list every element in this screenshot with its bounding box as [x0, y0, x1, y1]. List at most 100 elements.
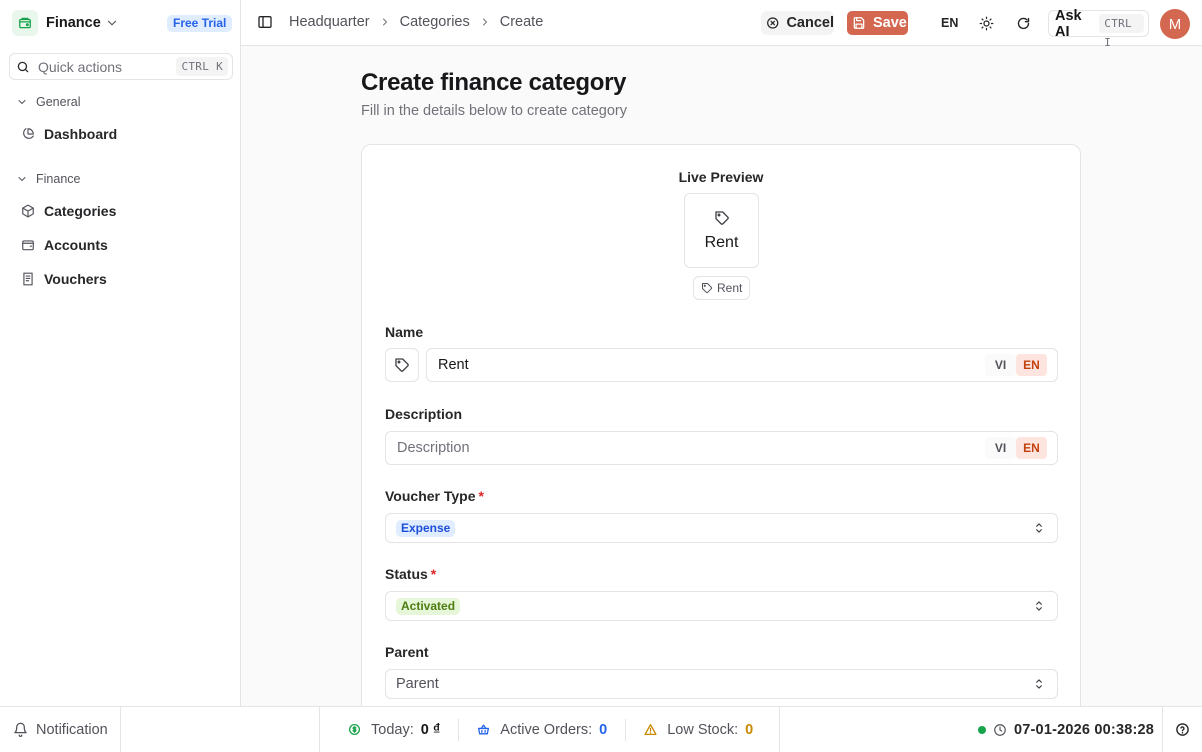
help-circle-icon: [1176, 723, 1189, 736]
stat-today-label: Today:: [371, 721, 414, 738]
sidebar-item-categories[interactable]: Categories: [20, 197, 230, 225]
name-value: Rent: [438, 357, 469, 373]
package-icon: [20, 203, 36, 219]
name-label: Name: [385, 324, 424, 340]
breadcrumb-categories[interactable]: Categories: [400, 14, 470, 30]
sidebar: Finance Free Trial Quick actions CTRL K …: [0, 0, 241, 706]
stat-today-value: 0 ₫: [420, 721, 441, 738]
quick-actions-search[interactable]: Quick actions CTRL K: [9, 53, 233, 80]
brand-name: Finance: [46, 15, 101, 31]
chevron-up-down-icon: [1032, 521, 1046, 535]
sun-icon[interactable]: [978, 15, 994, 31]
sidebar-item-label: Vouchers: [44, 271, 107, 287]
quick-actions-placeholder: Quick actions: [38, 58, 123, 75]
preview-pill-label: Rent: [717, 281, 743, 295]
status-bar: Notification Today: 0 ₫ Active Orders: 0…: [0, 706, 1202, 752]
parent-select[interactable]: Parent: [385, 669, 1058, 699]
sidebar-toggle-icon[interactable]: [257, 14, 273, 33]
bell-icon: [14, 722, 27, 737]
page-title: Create finance category: [361, 69, 627, 96]
description-input[interactable]: Description VI EN: [385, 431, 1058, 465]
main-content: Create finance category Fill in the deta…: [241, 46, 1202, 706]
group-general-toggle[interactable]: General: [16, 95, 80, 109]
required-marker: *: [478, 488, 484, 504]
name-language-switch: VI EN: [985, 354, 1047, 376]
category-form-card: Live Preview Rent Rent Name Rent VI EN D…: [361, 144, 1081, 706]
group-general-label: General: [36, 95, 81, 109]
sidebar-item-label: Accounts: [44, 237, 108, 253]
top-header: Headquarter Categories Create Cancel Sav…: [241, 0, 1202, 49]
preview-pill: Rent: [693, 276, 751, 300]
stat-active-orders: Active Orders: 0: [477, 707, 607, 752]
name-lang-en[interactable]: EN: [1016, 354, 1047, 376]
divider: [458, 718, 460, 741]
chevron-down-icon: [18, 100, 26, 104]
divider: [625, 718, 627, 741]
stat-today: Today: 0 ₫: [348, 707, 440, 752]
pie-chart-icon: [20, 126, 36, 142]
stat-active-orders-value: 0: [599, 721, 608, 738]
chevron-right-icon: [379, 16, 391, 28]
stats-bar: Today: 0 ₫ Active Orders: 0 Low Stock: 0: [319, 707, 780, 752]
stat-low-stock: Low Stock: 0: [644, 707, 753, 752]
refresh-icon[interactable]: [1015, 15, 1031, 31]
page-subtitle: Fill in the details below to create cate…: [361, 103, 627, 119]
stat-low-stock-label: Low Stock:: [667, 721, 739, 738]
save-button[interactable]: Save: [847, 11, 908, 35]
warning-icon: [644, 723, 657, 736]
ask-ai-shortcut: CTRL I: [1099, 14, 1144, 49]
chevron-up-down-icon: [1032, 599, 1046, 613]
cancel-button[interactable]: Cancel: [761, 11, 834, 35]
voucher-type-label: Voucher Type *: [385, 488, 484, 504]
brand-switcher[interactable]: Finance: [12, 10, 119, 36]
description-lang-vi[interactable]: VI: [985, 437, 1016, 459]
chevron-down-icon: [18, 177, 26, 181]
tag-icon: [714, 210, 729, 225]
group-finance-label: Finance: [36, 172, 81, 186]
basket-icon: [477, 723, 490, 736]
name-lang-vi[interactable]: VI: [985, 354, 1016, 376]
save-icon: [853, 17, 865, 29]
description-language-switch: VI EN: [985, 437, 1047, 459]
breadcrumb: Headquarter Categories Create: [289, 14, 543, 30]
dollar-circle-icon: [348, 723, 361, 736]
name-input[interactable]: Rent VI EN: [426, 348, 1058, 382]
free-trial-badge[interactable]: Free Trial: [167, 15, 233, 32]
cancel-label: Cancel: [786, 15, 834, 31]
preview-name: Rent: [704, 233, 739, 251]
chevron-right-icon: [479, 16, 491, 28]
live-preview-label: Live Preview: [678, 169, 764, 185]
sidebar-item-label: Dashboard: [44, 126, 118, 142]
sidebar-item-label: Categories: [44, 203, 117, 219]
voucher-type-select[interactable]: Expense: [385, 513, 1058, 543]
ask-ai-button[interactable]: Ask AI CTRL I: [1048, 8, 1149, 49]
breadcrumb-headquarter[interactable]: Headquarter: [289, 14, 370, 30]
description-lang-en[interactable]: EN: [1016, 437, 1047, 459]
group-finance-toggle[interactable]: Finance: [16, 172, 80, 186]
wallet-icon: [20, 237, 36, 253]
receipt-icon: [20, 271, 36, 287]
icon-picker-button[interactable]: [385, 348, 419, 382]
language-switch[interactable]: EN: [941, 16, 958, 30]
preview-tile: Rent: [684, 193, 759, 268]
clock: 07-01-2026 00:38:28: [978, 707, 1154, 752]
clock-datetime: 07-01-2026 00:38:28: [1014, 721, 1155, 738]
clock-icon: [994, 723, 1006, 736]
sidebar-item-accounts[interactable]: Accounts: [20, 231, 230, 259]
sidebar-item-vouchers[interactable]: Vouchers: [20, 265, 230, 293]
save-label: Save: [873, 15, 907, 31]
tag-icon: [395, 358, 409, 372]
description-placeholder: Description: [397, 440, 470, 456]
sidebar-item-dashboard[interactable]: Dashboard: [20, 120, 230, 148]
parent-label: Parent: [385, 644, 429, 660]
notification-button[interactable]: Notification: [0, 707, 121, 752]
help-button[interactable]: [1162, 707, 1202, 752]
online-status-dot: [978, 725, 986, 734]
required-marker: *: [430, 566, 437, 582]
quick-actions-shortcut: CTRL K: [176, 57, 228, 76]
status-label: Status *: [385, 566, 437, 582]
chevron-down-icon: [105, 16, 119, 30]
status-select[interactable]: Activated: [385, 591, 1058, 621]
notification-label: Notification: [36, 721, 108, 738]
avatar[interactable]: M: [1160, 9, 1190, 39]
